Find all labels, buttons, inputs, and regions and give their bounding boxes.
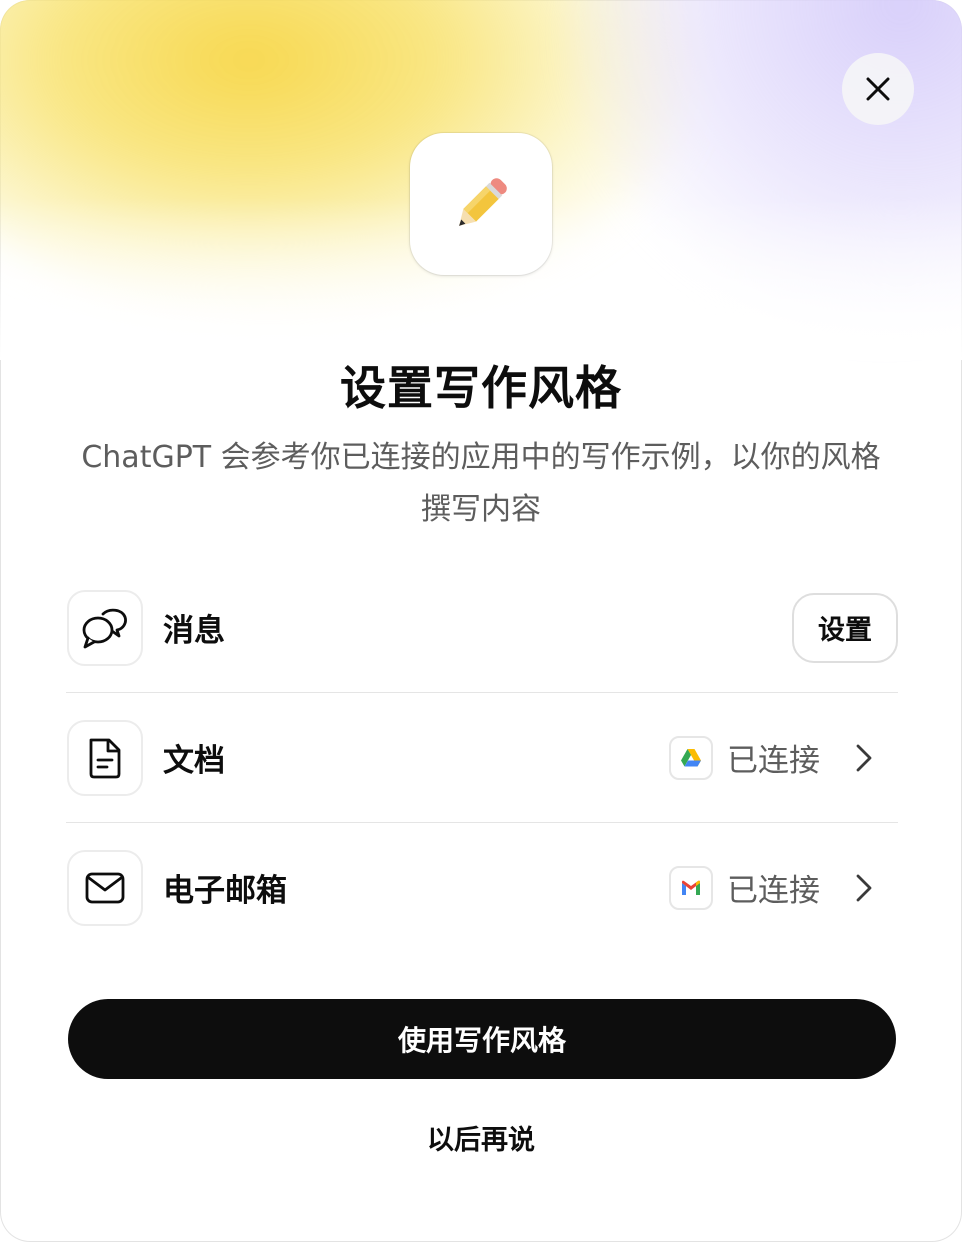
- source-icon-tile: [67, 849, 143, 926]
- chevron-right-icon: [852, 873, 876, 903]
- use-writing-style-button[interactable]: 使用写作风格: [68, 999, 896, 1079]
- service-badge: [669, 865, 713, 910]
- source-label-email: 电子邮箱: [163, 873, 287, 909]
- source-actions-messages: 设置: [792, 563, 898, 692]
- maybe-later-button[interactable]: 以后再说: [0, 1118, 962, 1157]
- source-label-documents: 文档: [163, 743, 225, 779]
- source-status-email: 已连接: [669, 823, 898, 952]
- document-icon: [89, 738, 121, 778]
- close-button[interactable]: [842, 53, 914, 125]
- source-row-messages: 消息 设置: [66, 563, 898, 692]
- mail-icon: [85, 872, 125, 903]
- app-icon-tile: [410, 133, 552, 275]
- google-drive-icon: [681, 748, 701, 766]
- setup-button[interactable]: 设置: [792, 592, 898, 663]
- chevron-right-icon: [852, 743, 876, 773]
- dialog-title: 设置写作风格: [340, 361, 622, 415]
- writing-style-dialog: 设置写作风格 ChatGPT 会参考你已连接的应用中的写作示例，以你的风格撰写内…: [0, 0, 962, 1242]
- source-row-documents[interactable]: 文档 已连接: [66, 692, 898, 822]
- source-list: 消息 设置 文档 已连接 电子邮箱 已连接: [66, 563, 898, 952]
- source-icon-tile: [67, 719, 143, 796]
- service-badge: [669, 735, 713, 780]
- pencil-icon: [459, 178, 507, 226]
- gmail-icon: [682, 880, 700, 895]
- source-label-messages: 消息: [163, 613, 225, 649]
- connection-status: 已连接: [727, 743, 820, 779]
- source-row-email[interactable]: 电子邮箱 已连接: [66, 822, 898, 952]
- source-status-documents: 已连接: [669, 693, 898, 822]
- close-icon: [866, 77, 890, 101]
- chat-bubbles-icon: [82, 608, 127, 648]
- connection-status: 已连接: [727, 873, 820, 909]
- source-icon-tile: [67, 589, 143, 666]
- dialog-subtitle: ChatGPT 会参考你已连接的应用中的写作示例，以你的风格撰写内容: [81, 440, 881, 527]
